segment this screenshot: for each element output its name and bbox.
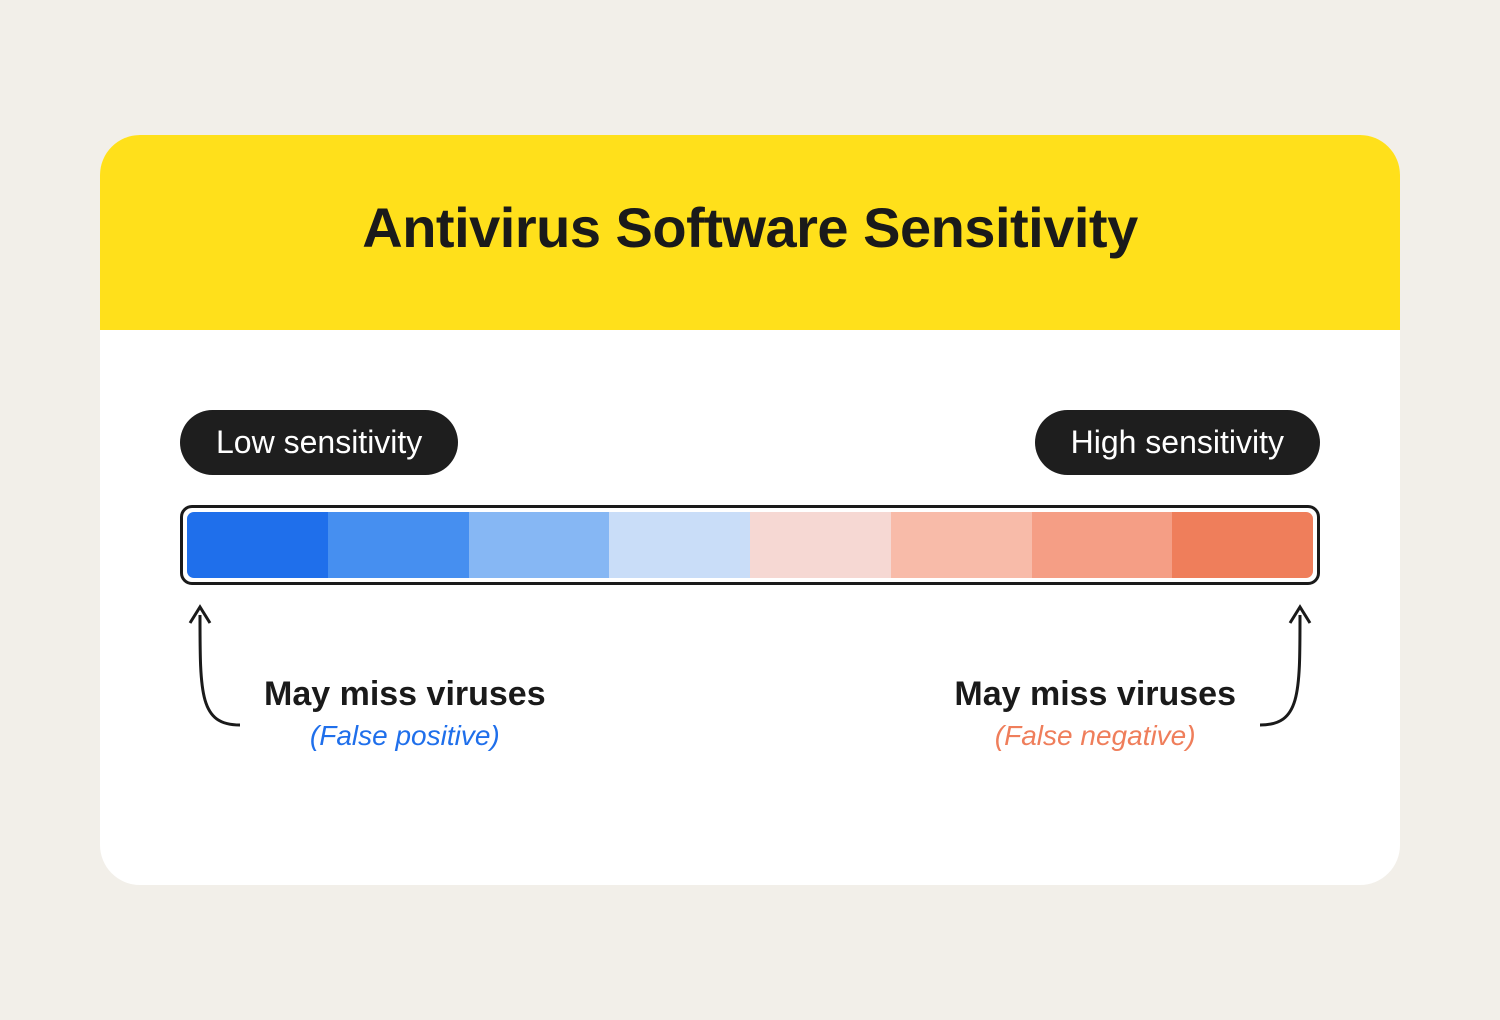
pill-row: Low sensitivity High sensitivity — [180, 410, 1320, 475]
card-header: Antivirus Software Sensitivity — [100, 135, 1400, 330]
callout-high-text: May miss viruses (False negative) — [954, 595, 1236, 752]
callout-high: May miss viruses (False negative) — [954, 595, 1320, 752]
callout-low-desc: May miss viruses — [264, 675, 546, 714]
card-body: Low sensitivity High sensitivity May mis… — [100, 330, 1400, 885]
callout-row: May miss viruses (False positive) May mi… — [180, 595, 1320, 795]
spectrum-segment — [609, 512, 750, 578]
sensitivity-spectrum — [180, 505, 1320, 585]
pill-low-sensitivity: Low sensitivity — [180, 410, 458, 475]
callout-high-sub: (False negative) — [954, 720, 1236, 752]
arrow-up-right-icon — [1250, 595, 1320, 735]
spectrum-segment — [1172, 512, 1313, 578]
callout-high-desc: May miss viruses — [954, 675, 1236, 714]
callout-low: May miss viruses (False positive) — [180, 595, 546, 752]
spectrum-segment — [1032, 512, 1173, 578]
spectrum-segment — [891, 512, 1032, 578]
pill-high-sensitivity: High sensitivity — [1035, 410, 1320, 475]
spectrum-segment — [469, 512, 610, 578]
spectrum-segment — [328, 512, 469, 578]
arrow-up-left-icon — [180, 595, 250, 735]
callout-low-text: May miss viruses (False positive) — [264, 595, 546, 752]
callout-low-sub: (False positive) — [264, 720, 546, 752]
spectrum-segment — [187, 512, 328, 578]
spectrum-segment — [750, 512, 891, 578]
info-card: Antivirus Software Sensitivity Low sensi… — [100, 135, 1400, 885]
card-title: Antivirus Software Sensitivity — [140, 195, 1360, 260]
